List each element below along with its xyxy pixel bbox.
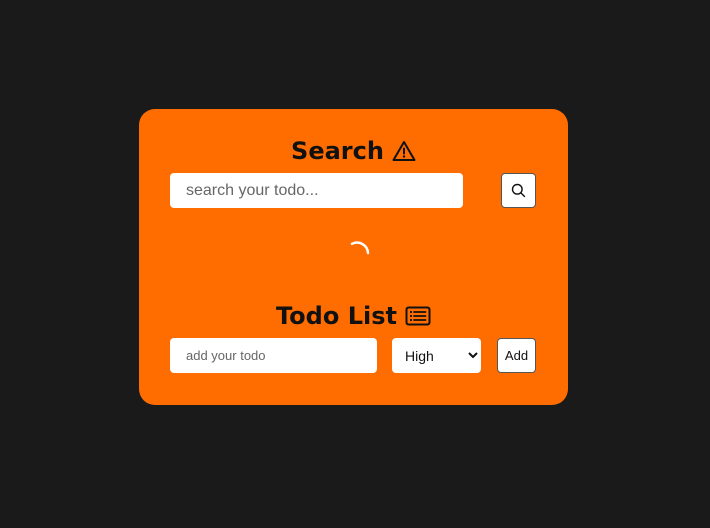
priority-select[interactable]: High — [392, 338, 481, 373]
todo-title: Todo List — [276, 302, 397, 330]
search-input[interactable] — [170, 173, 463, 208]
search-icon — [511, 183, 526, 198]
search-heading: Search — [139, 137, 568, 165]
todo-input[interactable] — [170, 338, 377, 373]
list-icon — [405, 306, 431, 326]
warning-icon — [392, 140, 416, 162]
search-title: Search — [291, 137, 384, 165]
add-button[interactable]: Add — [497, 338, 536, 373]
search-button[interactable] — [501, 173, 536, 208]
todo-card: Search Todo List — [139, 109, 568, 405]
todo-heading: Todo List — [139, 302, 568, 330]
spinner-icon — [342, 239, 372, 269]
